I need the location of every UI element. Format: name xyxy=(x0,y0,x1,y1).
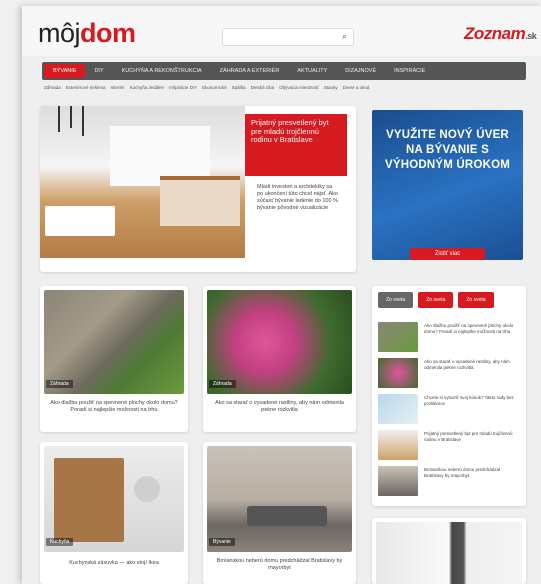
sidebar-promo-image[interactable] xyxy=(376,522,522,584)
tab-zo-sveta-1[interactable]: Zo sveta xyxy=(378,292,414,308)
sidebar-thumbnail[interactable] xyxy=(378,358,418,388)
sidebar-item-title[interactable]: Brnianskou neberú domu predchádzal Brati… xyxy=(424,467,520,479)
site-logo[interactable]: môjdom xyxy=(38,20,136,47)
article-thumbnail[interactable] xyxy=(44,446,184,552)
nav-item-byvanie[interactable]: Bývanie xyxy=(44,64,86,78)
nav-item-kuchyna[interactable]: Kuchyňa a Rekonštrukcia xyxy=(113,64,211,78)
search-input[interactable]: ⌕ xyxy=(222,28,354,46)
sidebar-list-item[interactable]: Prijatný presvetlený byt pre mladú trojč… xyxy=(378,430,520,460)
nav-item-dizajnove[interactable]: Dizajnové xyxy=(336,64,385,78)
article-caption[interactable]: Ako dlažbu použiť na spevnené plochy oko… xyxy=(46,400,182,414)
nav-item-zahrada[interactable]: Záhrada a Exteriér xyxy=(211,64,289,78)
article-category-label[interactable]: Záhrada xyxy=(46,380,73,388)
hero-title[interactable]: Prijatný presvetlený byt pre mladú trojč… xyxy=(245,114,347,176)
partner-logo-text: Zoznam xyxy=(464,24,526,43)
sidebar-list-item[interactable]: Brnianskou neberú domu predchádzal Brati… xyxy=(378,466,520,496)
sidebar-tabs: Zo sveta Zo sveta Zo sveta xyxy=(378,292,494,308)
article-card[interactable]: Bývanie Brnianskou neberú domu predchádz… xyxy=(203,442,356,584)
subnav-item[interactable]: Interiér xyxy=(111,85,125,90)
sub-nav: Záhrada Exteriérové riešenia Interiér Ku… xyxy=(44,85,528,90)
ad-banner[interactable]: Využite nový úver na bývanie s výhodným … xyxy=(372,110,523,260)
article-caption[interactable]: Ako sa starať o vysadené rastliny, aby n… xyxy=(209,400,350,414)
sidebar-widget: Zo sveta Zo sveta Zo sveta Ako dlažbu po… xyxy=(372,286,526,506)
article-thumbnail[interactable] xyxy=(207,290,352,394)
partner-logo[interactable]: Zoznam.sk xyxy=(464,24,537,44)
article-category-label[interactable]: Kuchyňa xyxy=(46,538,74,546)
sidebar-promo[interactable] xyxy=(372,518,526,584)
article-card[interactable]: Záhrada Ako dlažbu použiť na spevnené pl… xyxy=(40,286,188,432)
article-caption[interactable]: Kuchynská zásuvka — ako stojí Ikea xyxy=(46,560,182,567)
subnav-item[interactable]: Záhrada xyxy=(44,85,61,90)
nav-item-aktuality[interactable]: Aktuality xyxy=(288,64,336,78)
hero-article[interactable]: Prijatný presvetlený byt pre mladú trojč… xyxy=(40,106,356,272)
sidebar-item-title[interactable]: Ako sa starať o vysadené rastliny, aby n… xyxy=(424,359,520,371)
article-thumbnail[interactable] xyxy=(207,446,352,552)
hero-text: Mladí investori a architektky sa po ukon… xyxy=(257,184,338,211)
subnav-item[interactable]: Kuchyňa Jedálen xyxy=(130,85,165,90)
article-category-label[interactable]: Záhrada xyxy=(209,380,236,388)
subnav-item[interactable]: Inšpirácie DIY xyxy=(169,85,197,90)
main-nav: Bývanie DIY Kuchyňa a Rekonštrukcia Záhr… xyxy=(42,62,526,80)
article-card[interactable]: Kuchyňa Kuchynská zásuvka — ako stojí Ik… xyxy=(40,442,188,584)
page: môjdom ⌕ Zoznam.sk Bývanie DIY Kuchyňa a… xyxy=(22,6,541,584)
sidebar-list-item[interactable]: Ako dlažbu použiť na spevnené plochy oko… xyxy=(378,322,520,352)
sidebar-item-title[interactable]: Ako dlažbu použiť na spevnené plochy oko… xyxy=(424,323,520,335)
sidebar-list-item[interactable]: Chcete si vytvoriť svoj kúsok? Takto rad… xyxy=(378,394,520,424)
article-caption[interactable]: Brnianskou neberú domu predchádzal Brati… xyxy=(209,558,350,572)
sidebar-thumbnail[interactable] xyxy=(378,466,418,496)
logo-dom: dom xyxy=(80,18,136,48)
article-card[interactable]: Záhrada Ako sa starať o vysadené rastlin… xyxy=(203,286,356,432)
sidebar-thumbnail[interactable] xyxy=(378,394,418,424)
subnav-item[interactable]: Spálňa xyxy=(232,85,246,90)
ad-button[interactable]: Zistiť viac xyxy=(410,248,485,260)
ad-text: Využite nový úver na bývanie s výhodným … xyxy=(384,129,511,171)
tab-zo-sveta-2[interactable]: Zo sveta xyxy=(418,292,454,308)
subnav-item[interactable]: Ekonomické xyxy=(202,85,227,90)
sidebar-list-item[interactable]: Ako sa starať o vysadené rastliny, aby n… xyxy=(378,358,520,388)
sidebar-thumbnail[interactable] xyxy=(378,430,418,460)
nav-item-inspiracie[interactable]: Inspirácie xyxy=(385,64,434,78)
partner-logo-suffix: .sk xyxy=(525,31,537,41)
sidebar-item-title[interactable]: Chcete si vytvoriť svoj kúsok? Takto rad… xyxy=(424,395,520,407)
tab-zo-sveta-3[interactable]: Zo sveta xyxy=(458,292,494,308)
nav-item-diy[interactable]: DIY xyxy=(85,64,112,78)
article-category-label[interactable]: Bývanie xyxy=(209,538,235,546)
site-header: môjdom ⌕ Zoznam.sk xyxy=(22,6,541,56)
hero-image[interactable] xyxy=(40,106,245,258)
subnav-item[interactable]: Detská izba xyxy=(251,85,275,90)
logo-moj: môj xyxy=(38,18,81,48)
sidebar-item-title[interactable]: Prijatný presvetlený byt pre mladú trojč… xyxy=(424,431,520,443)
subnav-item[interactable]: Exteriérové riešenia xyxy=(66,85,106,90)
subnav-item[interactable]: Stavby xyxy=(324,85,338,90)
subnav-item[interactable]: Dvere a okná xyxy=(343,85,370,90)
article-thumbnail[interactable] xyxy=(44,290,184,394)
subnav-item[interactable]: Obývacia miestnosť xyxy=(279,85,319,90)
sidebar-thumbnail[interactable] xyxy=(378,322,418,352)
search-icon[interactable]: ⌕ xyxy=(342,31,347,42)
